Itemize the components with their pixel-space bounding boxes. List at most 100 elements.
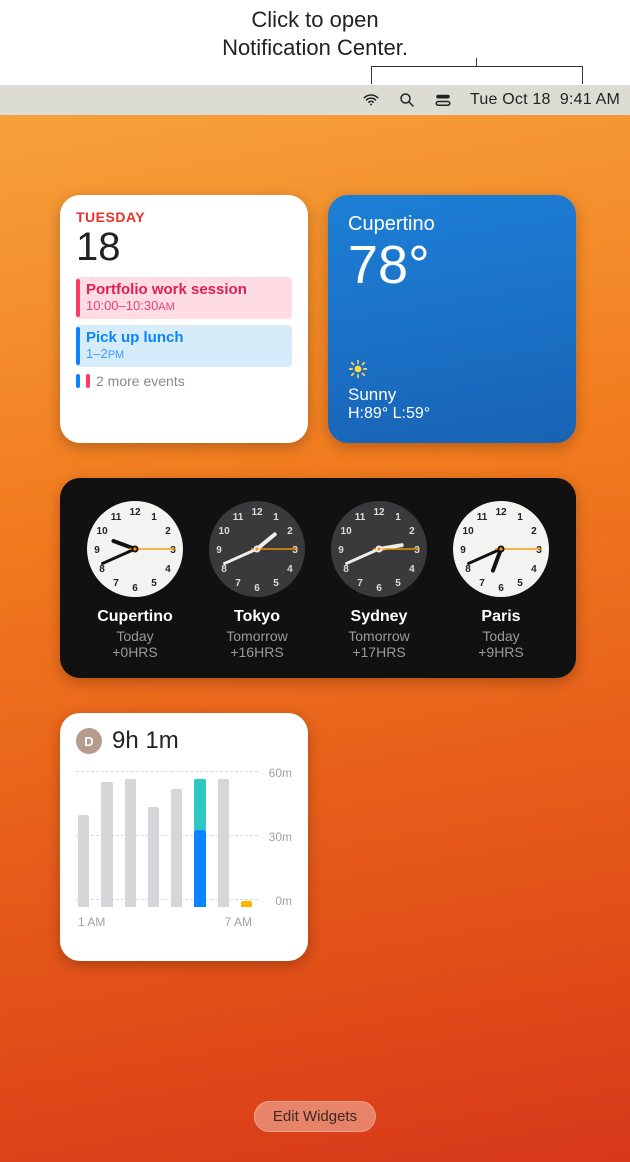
svg-text:11: 11 (477, 512, 488, 523)
svg-text:10: 10 (463, 526, 475, 537)
svg-text:4: 4 (287, 564, 293, 575)
clock-item: 123456789101112 Cupertino Today +0HRS (75, 500, 195, 660)
svg-text:6: 6 (376, 583, 382, 594)
screen-time-bar (123, 771, 138, 907)
clock-city: Sydney (319, 608, 439, 626)
clock-city: Paris (441, 608, 561, 626)
svg-text:9: 9 (216, 545, 222, 556)
svg-text:8: 8 (343, 564, 349, 575)
svg-text:3: 3 (292, 545, 298, 556)
clock-relative-day: Today (441, 628, 561, 644)
clock-face-icon: 123456789101112 (330, 500, 428, 598)
svg-text:4: 4 (409, 564, 415, 575)
clock-face-icon: 123456789101112 (452, 500, 550, 598)
svg-text:5: 5 (273, 578, 279, 589)
svg-text:6: 6 (132, 583, 138, 594)
svg-text:6: 6 (498, 583, 504, 594)
svg-text:5: 5 (151, 578, 157, 589)
svg-text:1: 1 (395, 512, 401, 523)
clock-offset: +9HRS (441, 644, 561, 660)
clock-city: Cupertino (75, 608, 195, 626)
clock-relative-day: Tomorrow (319, 628, 439, 644)
svg-text:10: 10 (219, 526, 231, 537)
menu-bar-clock[interactable]: Tue Oct 18 9:41 AM (470, 91, 620, 109)
svg-text:7: 7 (235, 578, 241, 589)
calendar-widget[interactable]: TUESDAY 18 Portfolio work session 10:00–… (60, 195, 308, 443)
calendar-day-name: TUESDAY (76, 209, 292, 225)
svg-text:11: 11 (111, 512, 122, 523)
svg-text:1: 1 (273, 512, 279, 523)
screen-time-bar (239, 771, 254, 907)
weather-widget[interactable]: Cupertino 78° Sunny (328, 195, 576, 443)
clock-item: 123456789101112 Paris Today +9HRS (441, 500, 561, 660)
screen-time-bar (76, 771, 91, 907)
screen-time-total: 9h 1m (112, 727, 179, 755)
svg-text:12: 12 (373, 507, 385, 518)
svg-text:2: 2 (165, 526, 171, 537)
svg-text:11: 11 (233, 512, 244, 523)
svg-text:3: 3 (170, 545, 176, 556)
svg-text:8: 8 (221, 564, 227, 575)
menu-bar: Tue Oct 18 9:41 AM (0, 85, 630, 115)
svg-text:5: 5 (517, 578, 523, 589)
svg-text:10: 10 (97, 526, 109, 537)
screen-time-bar (146, 771, 161, 907)
svg-text:8: 8 (465, 564, 471, 575)
wifi-icon[interactable] (362, 91, 380, 109)
screen-time-bar (216, 771, 231, 907)
clock-city: Tokyo (197, 608, 317, 626)
weather-condition: Sunny (348, 385, 430, 405)
svg-text:2: 2 (409, 526, 415, 537)
svg-text:10: 10 (341, 526, 353, 537)
svg-text:9: 9 (94, 545, 100, 556)
clock-face-icon: 123456789101112 (208, 500, 306, 598)
screen-time-badge: D (76, 728, 102, 754)
svg-text:12: 12 (251, 507, 263, 518)
weather-city: Cupertino (348, 213, 556, 236)
calendar-more-events: 2 more events (76, 373, 292, 389)
screen-time-widget[interactable]: D 9h 1m 60m 30m 0m 1 AM 7 AM (60, 713, 308, 961)
svg-text:6: 6 (254, 583, 260, 594)
screen-time-chart: 60m 30m 0m 1 AM 7 AM (76, 769, 292, 929)
svg-text:1: 1 (151, 512, 157, 523)
svg-text:3: 3 (536, 545, 542, 556)
svg-text:7: 7 (357, 578, 363, 589)
svg-text:7: 7 (113, 578, 119, 589)
svg-text:9: 9 (338, 545, 344, 556)
svg-text:9: 9 (460, 545, 466, 556)
control-center-icon[interactable] (434, 91, 452, 109)
calendar-day-number: 18 (76, 227, 292, 267)
callout-text: Click to open Notification Center. (222, 6, 408, 62)
clock-offset: +0HRS (75, 644, 195, 660)
notification-center: TUESDAY 18 Portfolio work session 10:00–… (0, 115, 630, 1162)
world-clock-widget[interactable]: 123456789101112 Cupertino Today +0HRS 12… (60, 478, 576, 678)
weather-temperature: 78° (348, 238, 556, 292)
clock-offset: +17HRS (319, 644, 439, 660)
svg-text:11: 11 (355, 512, 366, 523)
svg-text:7: 7 (479, 578, 485, 589)
clock-item: 123456789101112 Tokyo Tomorrow +16HRS (197, 500, 317, 660)
clock-face-icon: 123456789101112 (86, 500, 184, 598)
svg-text:2: 2 (287, 526, 293, 537)
edit-widgets-button[interactable]: Edit Widgets (254, 1101, 376, 1132)
svg-text:4: 4 (165, 564, 171, 575)
svg-text:12: 12 (129, 507, 141, 518)
clock-offset: +16HRS (197, 644, 317, 660)
svg-text:4: 4 (531, 564, 537, 575)
spotlight-search-icon[interactable] (398, 91, 416, 109)
clock-item: 123456789101112 Sydney Tomorrow +17HRS (319, 500, 439, 660)
clock-relative-day: Today (75, 628, 195, 644)
svg-text:5: 5 (395, 578, 401, 589)
sun-icon (348, 359, 368, 379)
svg-text:3: 3 (414, 545, 420, 556)
weather-hi-lo: H:89° L:59° (348, 405, 430, 423)
calendar-event: Pick up lunch 1–2PM (76, 325, 292, 367)
calendar-event: Portfolio work session 10:00–10:30AM (76, 277, 292, 319)
callout-annotation: Click to open Notification Center. (0, 0, 630, 85)
clock-relative-day: Tomorrow (197, 628, 317, 644)
svg-text:12: 12 (495, 507, 507, 518)
screen-time-bar (99, 771, 114, 907)
svg-text:8: 8 (99, 564, 105, 575)
svg-text:1: 1 (517, 512, 523, 523)
svg-text:2: 2 (531, 526, 537, 537)
